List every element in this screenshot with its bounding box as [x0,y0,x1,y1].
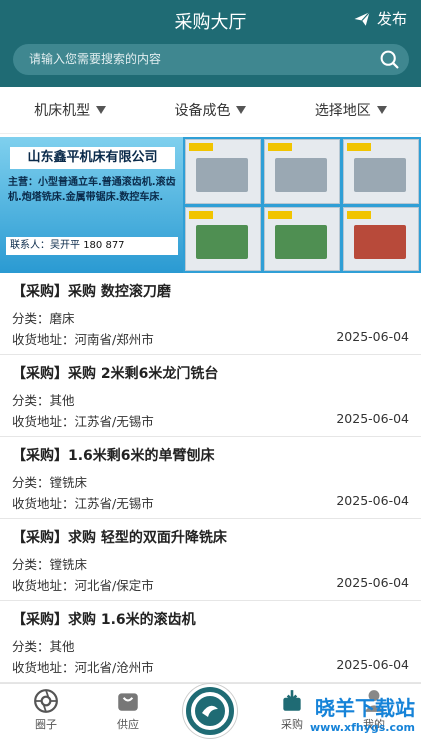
banner-machine-images [185,139,419,271]
item-category: 分类：磨床 [12,311,75,326]
item-title: 【采购】1.6米剩6米的单臂刨床 [12,448,215,464]
publish-button[interactable]: 发布 [353,8,407,29]
item-category: 分类：镗铣床 [12,557,88,572]
watermark: 晓羊下载站 www.xfhygs.com [310,698,415,738]
machine-image [343,206,419,271]
contact-phone: 180 877 [83,240,125,251]
item-address: 收货地址：江苏省/无锡市 [12,496,154,511]
item-title: 【采购】求购 1.6米的滚齿机 [12,612,196,628]
item-date: 2025-06-04 [336,657,409,672]
banner-text-panel: 山东鑫平机床有限公司 主营：小型普通立车.普通滚齿机.滚齿机.炮塔铣床.金属带锯… [0,137,183,273]
list-item[interactable]: 【采购】求购 轻型的双面升降铣床 分类：镗铣床 收货地址：河北省/保定市 202… [0,519,421,601]
list-item[interactable]: 【采购】采购 2米剩6米龙门铣台 分类：其他 收货地址：江苏省/无锡市 2025… [0,355,421,437]
tab-label: 采购 [281,718,303,731]
machine-image [185,139,261,204]
tab-supply[interactable]: 供应 [98,688,158,732]
tab-label: 圈子 [35,718,57,731]
banner-contact: 联系人：吴开平 180 877 [6,237,178,255]
caret-down-icon [96,106,107,114]
filter-label: 选择地区 [314,103,371,119]
list-item[interactable]: 【采购】采购 数控滚刀磨 分类：磨床 收货地址：河南省/郑州市 2025-06-… [0,273,421,355]
tab-label: 供应 [117,718,139,731]
banner-main-business: 主营：小型普通立车.普通滚齿机.滚齿机.炮塔铣床.金属带锯床.数控车床. [8,177,176,203]
item-date: 2025-06-04 [336,575,409,590]
item-address: 收货地址：江苏省/无锡市 [12,414,154,429]
bag-icon [118,693,138,711]
machine-image [185,206,261,271]
contact-name: 联系人：吴开平 [10,240,80,251]
item-date: 2025-06-04 [336,493,409,508]
caret-down-icon [376,106,387,114]
item-date: 2025-06-04 [336,329,409,344]
watermark-url: www.xfhygs.com [310,721,415,734]
machine-image [264,139,340,204]
aperture-icon [34,689,58,713]
item-address: 收货地址：河南省/郑州市 [12,332,154,347]
item-title: 【采购】求购 轻型的双面升降铣床 [12,530,227,546]
cart-icon [283,690,301,711]
filter-condition[interactable]: 设备成色 [140,100,280,120]
logo-icon [191,692,229,730]
filter-region[interactable]: 选择地区 [281,100,421,120]
send-icon [354,11,370,26]
purchase-list: 【采购】采购 数控滚刀磨 分类：磨床 收货地址：河南省/郑州市 2025-06-… [0,273,421,683]
filter-label: 设备成色 [174,103,231,119]
watermark-text: 晓羊下载站 [315,696,415,720]
filter-bar: 机床机型 设备成色 选择地区 [0,87,421,134]
item-address: 收货地址：河北省/沧州市 [12,660,154,675]
filter-label: 机床机型 [34,103,91,119]
tab-circle[interactable]: 圈子 [16,688,76,732]
item-title: 【采购】采购 2米剩6米龙门铣台 [12,366,219,382]
list-item[interactable]: 【采购】1.6米剩6米的单臂刨床 分类：镗铣床 收货地址：江苏省/无锡市 202… [0,437,421,519]
item-category: 分类：镗铣床 [12,475,88,490]
banner-company: 山东鑫平机床有限公司 [10,147,175,169]
machine-image [343,139,419,204]
item-category: 分类：其他 [12,393,75,408]
list-item[interactable]: 【采购】求购 1.6米的滚齿机 分类：其他 收货地址：河北省/沧州市 2025-… [0,601,421,683]
filter-machine-type[interactable]: 机床机型 [0,100,140,120]
item-title: 【采购】采购 数控滚刀磨 [12,284,171,300]
search-icon[interactable] [379,49,400,70]
search-input[interactable] [29,44,359,75]
top-bar: 采购大厅 发布 [0,0,421,87]
item-category: 分类：其他 [12,639,75,654]
home-logo-button[interactable] [183,684,237,738]
ad-banner[interactable]: 山东鑫平机床有限公司 主营：小型普通立车.普通滚齿机.滚齿机.炮塔铣床.金属带锯… [0,137,421,273]
item-address: 收货地址：河北省/保定市 [12,578,154,593]
machine-image [264,206,340,271]
search-bar [13,44,409,75]
publish-label: 发布 [376,10,407,28]
item-date: 2025-06-04 [336,411,409,426]
caret-down-icon [236,106,247,114]
